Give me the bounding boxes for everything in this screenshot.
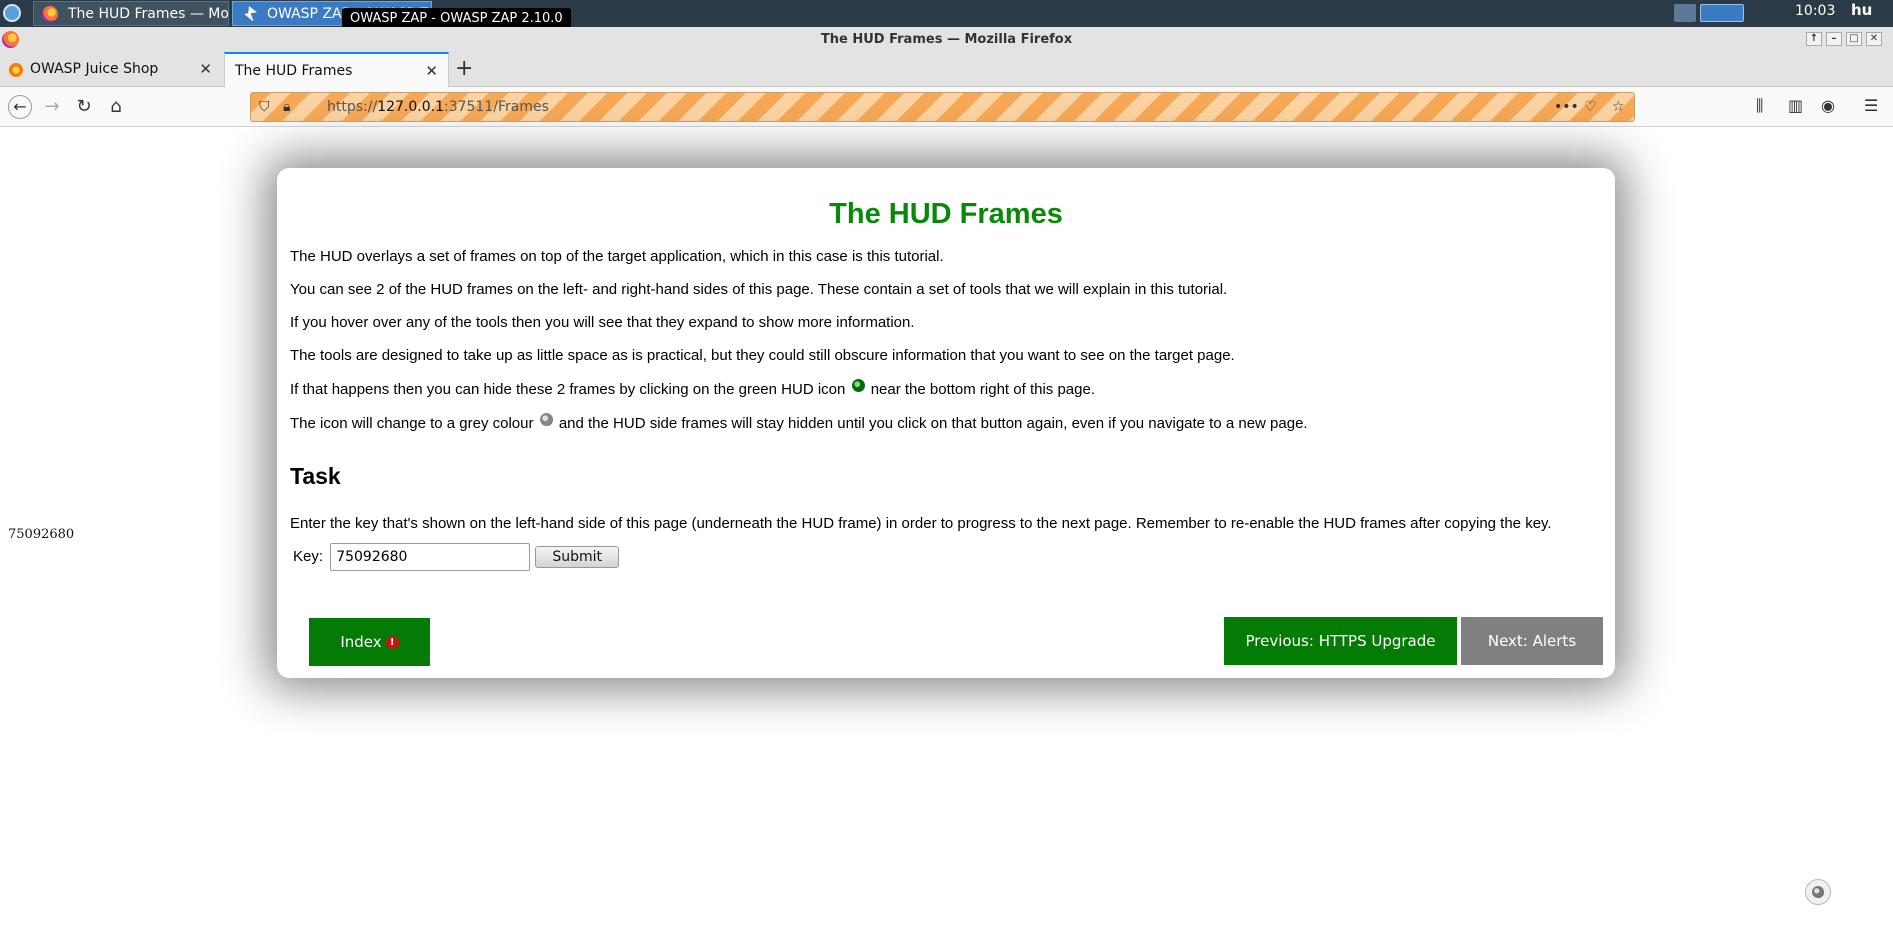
- tutorial-card: The HUD Frames The HUD overlays a set of…: [277, 168, 1615, 678]
- juice-shop-favicon-icon: [9, 63, 23, 77]
- firefox-tray-icon[interactable]: [1700, 4, 1744, 22]
- zap-icon: [244, 6, 257, 22]
- tab-label: The HUD Frames: [235, 63, 353, 79]
- tab-close-icon[interactable]: ✕: [199, 60, 212, 78]
- key-form: Key: Submit: [290, 543, 1602, 571]
- pocket-icon[interactable]: ♡: [1584, 99, 1597, 115]
- paragraph: If that happens then you can hide these …: [290, 379, 1095, 398]
- key-label: Key:: [293, 547, 324, 565]
- maximize-icon[interactable]: □: [1846, 32, 1862, 46]
- start-menu-icon[interactable]: [3, 4, 21, 22]
- paragraph: You can see 2 of the HUD frames on the l…: [290, 281, 1228, 298]
- paragraph: The icon will change to a grey colour an…: [290, 413, 1308, 432]
- os-taskbar: The HUD Frames — Mo... OWASP ZAP - OWASP…: [0, 0, 1893, 29]
- bookmark-star-icon[interactable]: ☆: [1612, 99, 1625, 115]
- tab-close-icon[interactable]: ✕: [425, 62, 438, 80]
- taskbar-task-label: The HUD Frames — Mo...: [68, 6, 229, 22]
- home-button[interactable]: ⌂: [104, 95, 128, 119]
- nav-bar: ← → ↻ ⌂ ⛉ 🔒︎ https://127.0.0.1:37511/Fra…: [0, 87, 1893, 127]
- index-button[interactable]: Index!: [309, 618, 430, 666]
- page-title: The HUD Frames: [829, 198, 1063, 230]
- taskbar-tooltip: OWASP ZAP - OWASP ZAP 2.10.0: [342, 8, 571, 29]
- previous-button[interactable]: Previous: HTTPS Upgrade: [1224, 617, 1457, 665]
- tab-label: OWASP Juice Shop: [30, 61, 159, 77]
- task-heading: Task: [290, 463, 341, 489]
- menu-icon[interactable]: ☰: [1864, 96, 1878, 115]
- screen-icon[interactable]: [1674, 4, 1696, 22]
- grey-hud-icon: [539, 413, 553, 426]
- submit-button[interactable]: Submit: [535, 546, 620, 568]
- window-title: The HUD Frames — Mozilla Firefox: [820, 32, 1073, 47]
- window-titlebar: The HUD Frames — Mozilla Firefox ↑ – □ ✕: [0, 27, 1893, 52]
- page-viewport: 75092680 The HUD Frames The HUD overlays…: [0, 127, 1893, 927]
- tab-juice-shop[interactable]: OWASP Juice Shop ✕: [0, 52, 222, 87]
- task-text: Enter the key that's shown on the left-h…: [290, 515, 1552, 532]
- next-button[interactable]: Next: Alerts: [1461, 617, 1603, 665]
- close-icon[interactable]: ✕: [1866, 32, 1882, 46]
- new-tab-button[interactable]: +: [455, 56, 473, 81]
- alert-badge-icon: !: [385, 635, 399, 649]
- hud-toggle-icon[interactable]: [1805, 879, 1831, 905]
- clock: 10:03: [1795, 3, 1836, 19]
- key-input[interactable]: [330, 543, 531, 571]
- more-actions-icon[interactable]: •••: [1554, 99, 1579, 115]
- shield-icon[interactable]: ⛉: [259, 99, 270, 115]
- keyboard-layout[interactable]: hu: [1851, 1, 1872, 19]
- sidebar-icon[interactable]: ▥: [1788, 96, 1803, 115]
- minimize-icon[interactable]: –: [1826, 32, 1842, 46]
- hidden-key-text: 75092680: [8, 527, 75, 542]
- account-icon[interactable]: ◉: [1821, 96, 1835, 115]
- url-bar[interactable]: ⛉ 🔒︎ https://127.0.0.1:37511/Frames ••• …: [250, 92, 1635, 122]
- insecure-lock-icon[interactable]: 🔒︎: [283, 99, 290, 115]
- taskbar-task-firefox[interactable]: The HUD Frames — Mo...: [33, 1, 229, 26]
- tab-bar: OWASP Juice Shop ✕ The HUD Frames ✕ +: [0, 52, 1893, 87]
- paragraph: If you hover over any of the tools then …: [290, 314, 915, 331]
- paragraph: The tools are designed to take up as lit…: [290, 347, 1235, 364]
- tab-hud-frames[interactable]: The HUD Frames ✕: [224, 52, 449, 87]
- firefox-icon: [42, 6, 58, 22]
- green-hud-icon: [851, 379, 865, 392]
- window-up-icon[interactable]: ↑: [1806, 32, 1822, 46]
- paragraph: The HUD overlays a set of frames on top …: [290, 248, 944, 265]
- url-text[interactable]: https://127.0.0.1:37511/Frames: [327, 99, 549, 115]
- forward-button[interactable]: →: [40, 95, 64, 119]
- library-icon[interactable]: ⫼: [1756, 96, 1763, 116]
- reload-button[interactable]: ↻: [72, 95, 96, 119]
- back-button[interactable]: ←: [8, 95, 32, 119]
- firefox-icon: [2, 31, 19, 48]
